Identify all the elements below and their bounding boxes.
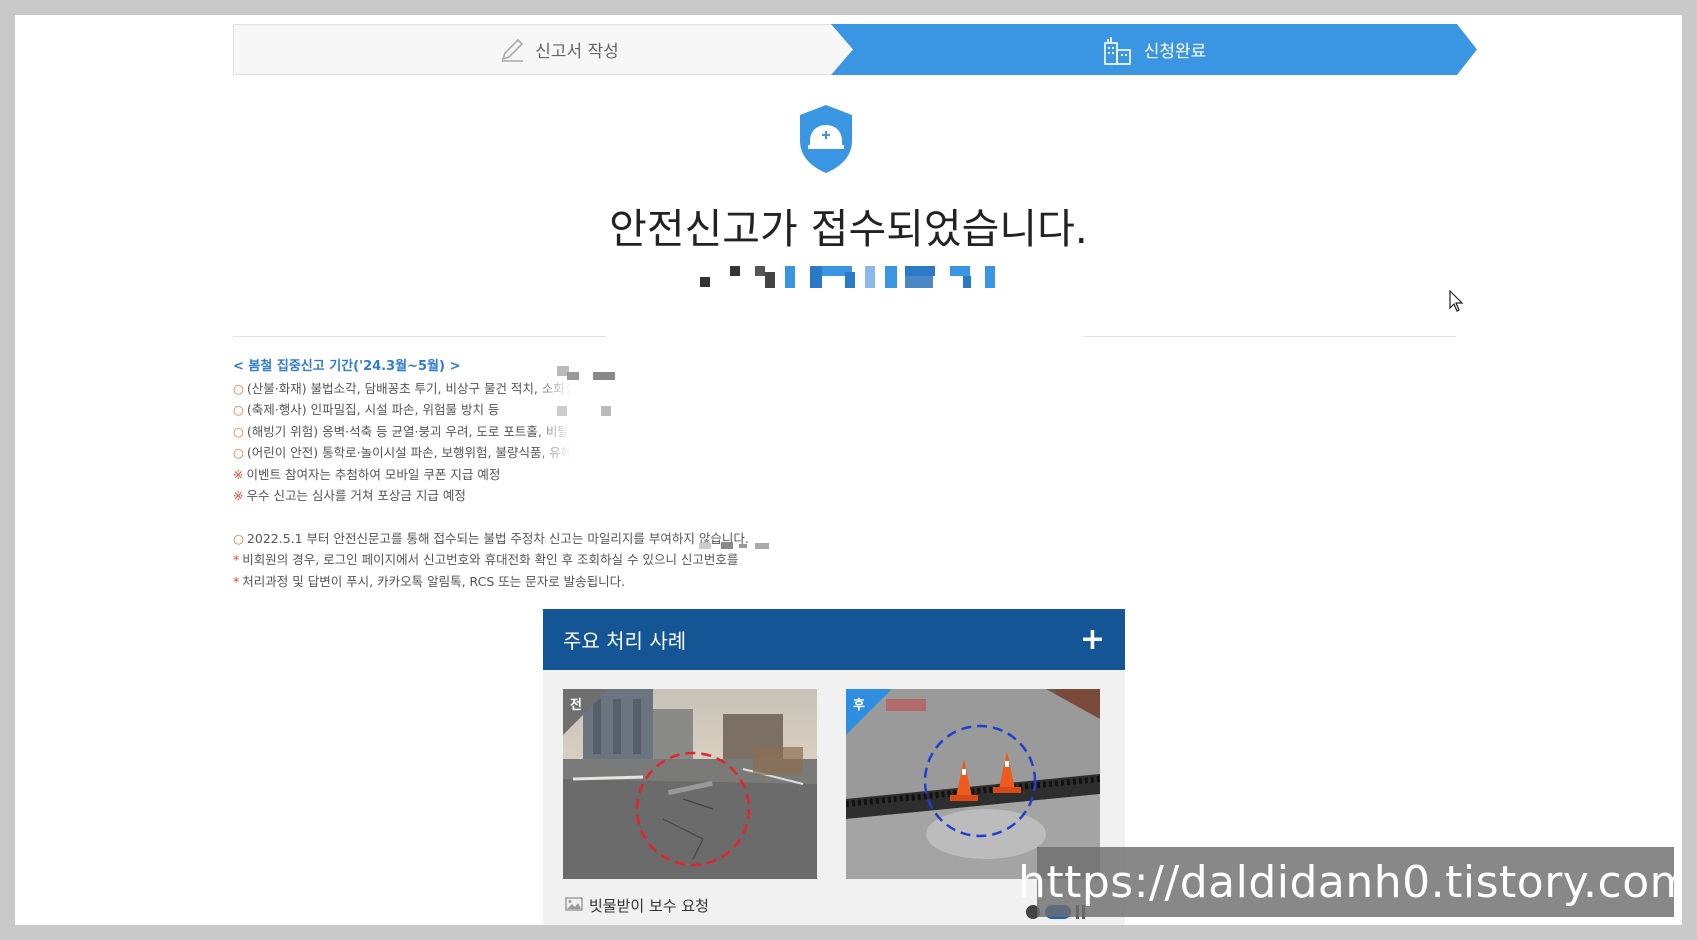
building-icon [1102,35,1134,65]
step-complete-label: 신청완료 [1143,42,1207,62]
page: 신고서 작성 신청완료 안전신고가 접수되었습니다. < 봄철 집중신고 기간(… [15,15,1682,925]
divider-left [233,336,606,337]
divider-right [1083,336,1456,337]
case-examples-title: 주요 처리 사례 [563,629,687,653]
censored-text-blocks [557,366,615,416]
before-photo: 전 [563,689,817,879]
step-write-label: 신고서 작성 [535,42,619,62]
censored-report-number [700,266,995,288]
image-icon [565,896,583,915]
after-label: 후 [853,698,865,713]
mouse-cursor-icon [1449,290,1464,312]
case-caption-text: 빗물받이 보수 요청 [589,897,709,915]
notice-item: ※ 우수 신고는 심사를 거쳐 포상금 지급 예정 [233,488,466,503]
before-label: 전 [570,698,582,713]
page-title: 안전신고가 접수되었습니다. [609,205,1088,253]
censored-text-blocks [699,542,769,549]
watermark: https://daldidanh0.tistory.com [1018,847,1682,917]
expand-button[interactable]: + [1080,624,1105,655]
step-complete: 신청완료 [831,24,1477,75]
case-caption: 빗물받이 보수 요청 [565,895,709,916]
notice-footer-item: * 처리과정 및 답변이 푸시, 카카오톡 알림톡, RCS 또는 문자로 발송됩… [233,573,626,589]
notice-footer-item: * 비회원의 경우, 로그인 페이지에서 신고번호와 휴대전화 확인 후 조회하실… [233,552,739,567]
pencil-icon [499,37,525,63]
case-examples-header: 주요 처리 사례 + [543,609,1125,670]
safety-helmet-shield-icon [796,103,856,175]
step-progress-bar: 신고서 작성 신청완료 [233,24,1477,75]
notice-footer-item: ○ 2022.5.1 부터 안전신문고를 통해 접수되는 불법 주정차 신고는 마… [233,530,749,546]
step-write-report: 신고서 작성 [233,24,885,75]
